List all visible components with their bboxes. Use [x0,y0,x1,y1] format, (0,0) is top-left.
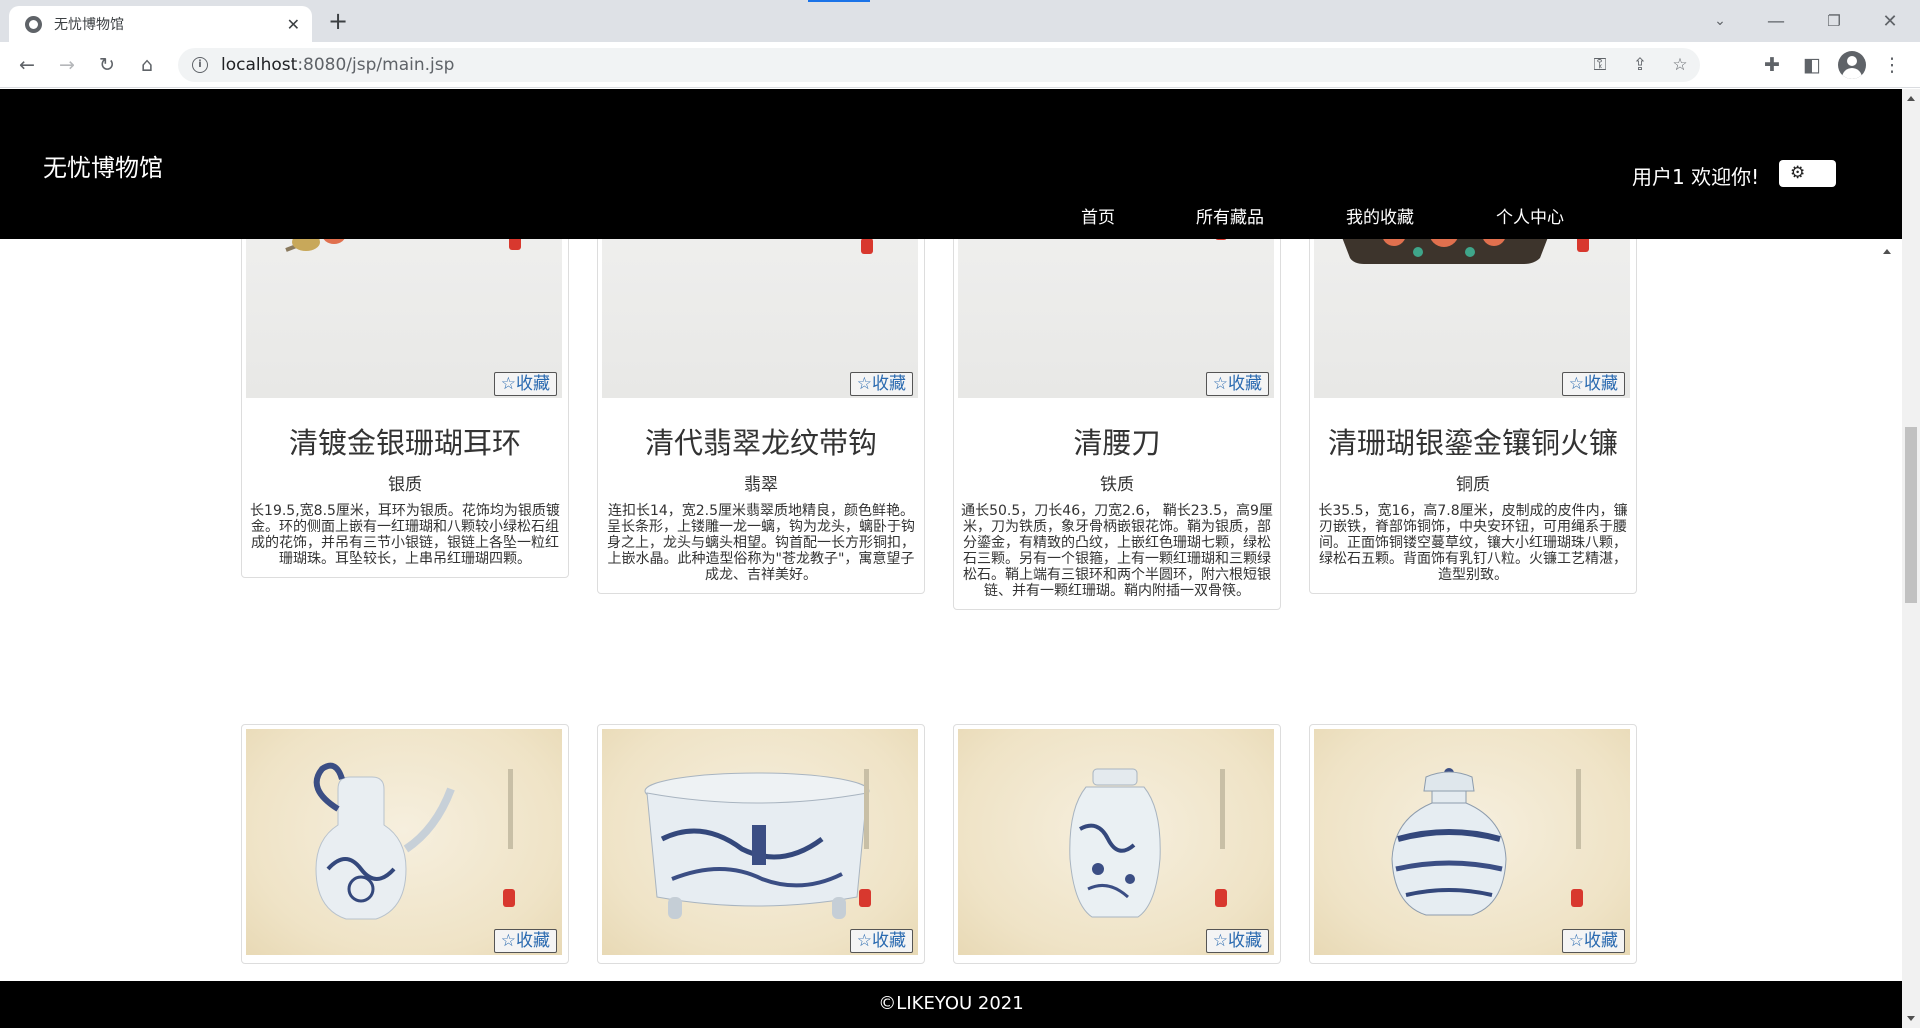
home-icon[interactable]: ⌂ [131,49,163,81]
restore-icon[interactable]: ❐ [1806,0,1862,42]
key-icon[interactable]: ⚿ [1580,55,1620,75]
favorite-button[interactable]: ☆收藏 [1561,929,1625,953]
page-scrollbar[interactable] [1902,89,1920,1028]
nav-home[interactable]: 首页 [1081,203,1115,228]
artifact-description: 连扣长14，宽2.5厘米翡翠质地精良，颜色鲜艳。呈长条形，上镂雕一龙一螭，钩为龙… [607,503,915,583]
artifact-description: 长35.5，宽16，高7.8厘米，皮制成的皮件内，镰刃嵌铁，脊部饰铜饰，中央安环… [1318,503,1628,583]
favorite-button[interactable]: ☆收藏 [849,929,913,953]
favorite-button[interactable]: ☆收藏 [1205,372,1269,396]
item-card: ☆收藏 [953,724,1281,964]
url-host: localhost [221,55,298,75]
window-close-icon[interactable]: ✕ [1862,0,1918,42]
artifact-material: 铁质 [1100,475,1134,495]
page-viewport: ☆收藏 清镀金银珊瑚耳环 银质 长19.5,宽8.5厘米，耳环为银质。花饰均为银… [0,89,1920,1028]
artifact-image[interactable]: ☆收藏 [1314,729,1630,955]
settings-button[interactable]: ⚙ [1779,160,1836,187]
new-tab-icon[interactable]: + [324,8,352,36]
artifact-material: 翡翠 [744,475,778,495]
tab-search-icon[interactable]: ⌄ [1692,0,1748,42]
artifact-description: 长19.5,宽8.5厘米，耳环为银质。花饰均为银质镀金。环的侧面上嵌有一红珊瑚和… [250,503,560,567]
artifact-title[interactable]: 清镀金银珊瑚耳环 [246,420,564,462]
site-brand[interactable]: 无忧博物馆 [43,148,163,183]
side-panel-icon[interactable]: ◧ [1796,49,1828,81]
artifact-image[interactable]: ☆收藏 [958,729,1274,955]
nav-personal-center[interactable]: 个人中心 [1496,203,1564,228]
bookmark-star-icon[interactable]: ☆ [1660,55,1700,75]
inner-scroll-up-icon[interactable] [1883,249,1891,254]
artifact-material: 银质 [388,475,422,495]
porcelain-censer-illustration [644,769,871,919]
gear-icon: ⚙ [1790,163,1806,183]
loading-indicator [808,0,870,2]
favorite-button[interactable]: ☆收藏 [493,372,557,396]
favorite-button[interactable]: ☆收藏 [1205,929,1269,953]
site-navbar: 无忧博物馆 用户1 欢迎你! ⚙ 首页 所有藏品 我的收藏 个人中心 [0,89,1902,239]
scroll-down-icon[interactable] [1907,1016,1915,1021]
item-card: ☆收藏 [241,724,569,964]
profile-avatar-icon[interactable] [1838,51,1866,79]
menu-kebab-icon[interactable]: ⋮ [1876,49,1908,81]
site-info-icon[interactable]: i [192,57,208,73]
nav-my-favorites[interactable]: 我的收藏 [1346,203,1414,228]
site-footer: ©LIKEYOU 2021 [0,981,1902,1028]
share-icon[interactable]: ⇪ [1620,55,1660,75]
porcelain-vase-illustration [1069,768,1227,918]
artifact-title[interactable]: 清腰刀 [958,420,1276,462]
artifact-title[interactable]: 清珊瑚银鎏金镶铜火镰 [1314,420,1632,462]
back-icon[interactable]: ← [11,49,43,81]
reload-icon[interactable]: ↻ [91,49,123,81]
browser-tab-strip: 无忧博物馆 ✕ + ⌄ — ❐ ✕ [0,0,1920,42]
artifact-image[interactable]: ☆收藏 [246,729,562,955]
artifact-title[interactable]: 清代翡翠龙纹带钩 [602,420,920,462]
forward-icon[interactable]: → [51,49,83,81]
globe-icon [25,15,42,33]
nav-all-collections[interactable]: 所有藏品 [1196,203,1264,228]
artifact-material: 铜质 [1456,475,1490,495]
scroll-up-icon[interactable] [1907,96,1915,101]
porcelain-jar-illustration [1391,768,1583,916]
scroll-thumb[interactable] [1905,427,1917,603]
welcome-text: 用户1 欢迎你! [1632,165,1760,189]
favorite-button[interactable]: ☆收藏 [849,372,913,396]
url-text: localhost:8080/jsp/main.jsp [221,55,1580,75]
minimize-icon[interactable]: — [1748,0,1804,42]
artifact-image[interactable]: ☆收藏 [602,729,918,955]
porcelain-ewer-illustration [313,762,515,920]
item-card: ☆收藏 [1309,724,1637,964]
browser-toolbar: ← → ↻ ⌂ i localhost:8080/jsp/main.jsp ⚿ … [0,42,1920,88]
extensions-icon[interactable]: ✚ [1756,49,1788,81]
url-path: :8080/jsp/main.jsp [297,55,455,75]
tab-title: 无忧博物馆 [54,17,124,33]
item-card: ☆收藏 [597,724,925,964]
close-tab-icon[interactable]: ✕ [287,15,300,34]
browser-tab[interactable]: 无忧博物馆 ✕ [9,6,312,42]
favorite-button[interactable]: ☆收藏 [493,929,557,953]
address-bar[interactable]: i localhost:8080/jsp/main.jsp ⚿ ⇪ ☆ [178,48,1700,82]
artifact-description: 通长50.5，刀长46，刀宽2.6， 鞘长23.5，高9厘米，刀为铁质，象牙骨柄… [961,503,1273,599]
favorite-button[interactable]: ☆收藏 [1561,372,1625,396]
